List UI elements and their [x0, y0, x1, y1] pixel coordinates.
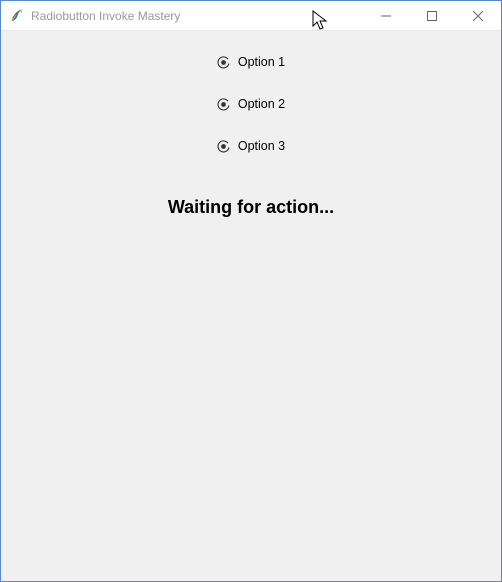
radio-option-3[interactable]: Option 3 — [217, 139, 285, 153]
client-area: Option 1 Option 2 Opti — [1, 31, 501, 581]
status-label: Waiting for action... — [1, 197, 501, 218]
radio-indicator-icon — [217, 98, 230, 111]
titlebar: Radiobutton Invoke Mastery — [1, 1, 501, 31]
radio-indicator-icon — [217, 56, 230, 69]
radio-option-2[interactable]: Option 2 — [217, 97, 285, 111]
radio-group: Option 1 Option 2 Opti — [1, 47, 501, 173]
window-controls — [363, 1, 501, 30]
radio-label: Option 1 — [238, 55, 285, 69]
radio-label: Option 2 — [238, 97, 285, 111]
window-title: Radiobutton Invoke Mastery — [31, 9, 180, 23]
close-button[interactable] — [455, 1, 501, 30]
app-feather-icon — [9, 8, 25, 24]
maximize-button[interactable] — [409, 1, 455, 30]
radio-label: Option 3 — [238, 139, 285, 153]
application-window: Radiobutton Invoke Mastery — [0, 0, 502, 582]
radio-option-1[interactable]: Option 1 — [217, 55, 285, 69]
radio-indicator-icon — [217, 140, 230, 153]
minimize-button[interactable] — [363, 1, 409, 30]
